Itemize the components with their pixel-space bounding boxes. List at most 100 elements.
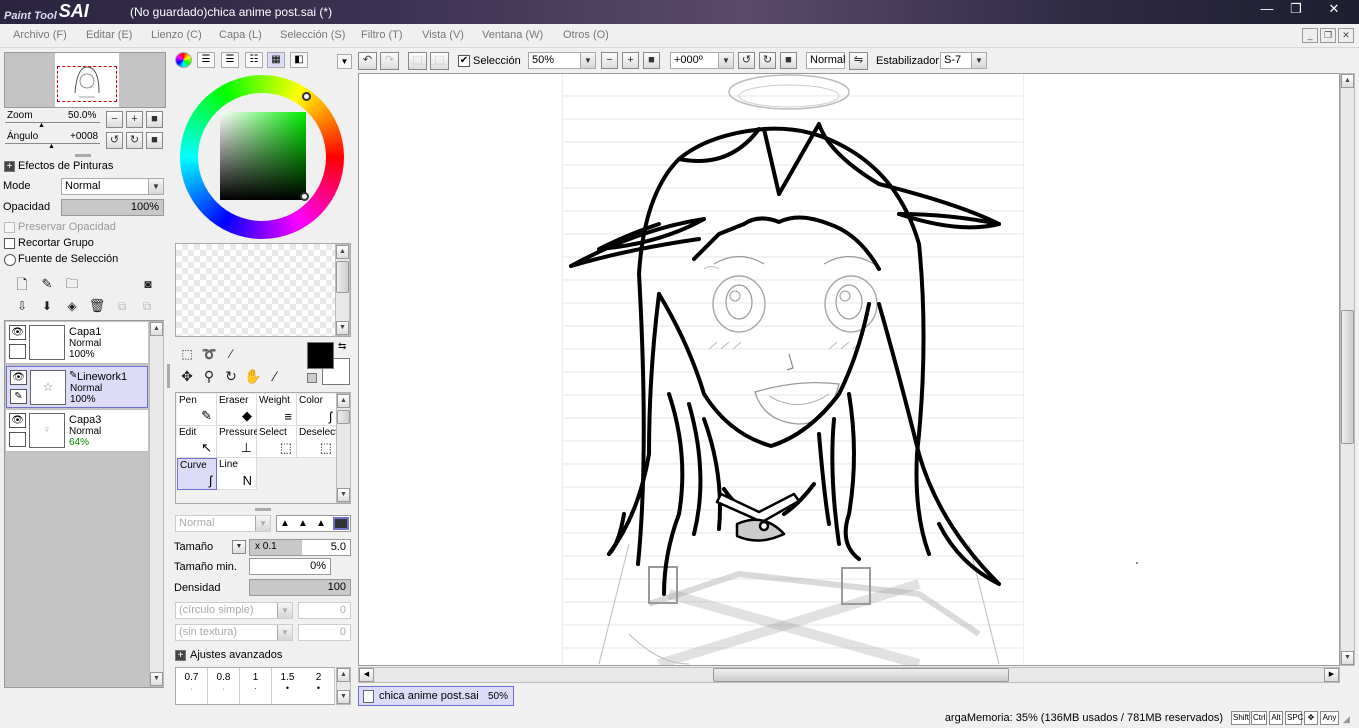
scroll-right-icon[interactable]: ▶: [1324, 668, 1339, 682]
panel-splitter[interactable]: [75, 154, 91, 157]
doc-minimize-button[interactable]: _: [1302, 28, 1318, 43]
zoom-tool-icon[interactable]: ⚲: [199, 366, 219, 386]
zoom-out-button[interactable]: −: [106, 111, 123, 128]
transparent-color-icon[interactable]: [307, 373, 317, 383]
new-folder-icon[interactable]: 🗀: [62, 274, 82, 294]
scroll-down-icon[interactable]: ▼: [1341, 651, 1354, 665]
hue-handle[interactable]: [302, 92, 311, 101]
color-wheel[interactable]: [180, 75, 344, 239]
sv-handle[interactable]: [300, 192, 309, 201]
brush-select[interactable]: Select ⬚: [257, 426, 297, 458]
zoom-slider-handle[interactable]: ▲: [38, 122, 45, 129]
canvas-zoom-in-button[interactable]: +: [622, 52, 639, 69]
brush-grid-scrollbar[interactable]: ▲ ▼: [336, 393, 351, 503]
flat-edge-icon[interactable]: ▲: [316, 518, 326, 529]
brush-eraser[interactable]: Eraser ◆: [217, 394, 257, 426]
canvas-angle-select[interactable]: +000º ▼: [670, 52, 734, 69]
preset-size-2[interactable]: 2 •: [303, 668, 335, 704]
scroll-up-icon[interactable]: ▲: [1341, 74, 1354, 88]
preset-size-0-8[interactable]: 0.8 ·: [208, 668, 240, 704]
zoom-reset-button[interactable]: ■: [146, 111, 163, 128]
zoom-in-button[interactable]: +: [126, 111, 143, 128]
brush-curve[interactable]: Curve ʃ: [177, 458, 217, 490]
preset-scrollbar[interactable]: ▲ ▼: [336, 667, 351, 705]
rotate-right-button[interactable]: ↻: [126, 132, 143, 149]
panel-splitter[interactable]: [167, 364, 170, 388]
brush-line[interactable]: Line N: [217, 458, 257, 490]
layer-mask-icon[interactable]: ◙: [138, 274, 158, 294]
panel-splitter[interactable]: [255, 508, 271, 511]
flip-canvas-button[interactable]: ⇋: [849, 52, 868, 70]
doc-restore-button[interactable]: ❐: [1320, 28, 1336, 43]
scroll-left-icon[interactable]: ◀: [359, 668, 374, 682]
close-button[interactable]: ✕: [1311, 0, 1357, 20]
lock-toggle[interactable]: [9, 432, 26, 447]
layer-item-linework1[interactable]: 👁 ✎ ☆ Linework1 ✎ Normal 100%: [6, 366, 148, 408]
scroll-down-icon[interactable]: ▼: [336, 321, 349, 335]
canvas-zoom-reset-button[interactable]: ■: [643, 52, 660, 69]
scroll-up-icon[interactable]: ▲: [337, 394, 350, 408]
navigator-view-rect[interactable]: [57, 66, 117, 102]
doc-close-button[interactable]: ✕: [1338, 28, 1354, 43]
clip-group-checkbox[interactable]: [4, 238, 15, 249]
menu-archivo[interactable]: Archivo (F): [13, 29, 67, 41]
preserve-opacity-checkbox[interactable]: [4, 222, 15, 233]
swap-colors-icon[interactable]: ⇆: [338, 341, 346, 352]
scroll-up-icon[interactable]: ▲: [150, 322, 163, 336]
panel-menu-icon[interactable]: ▼: [337, 54, 352, 69]
menu-ventana[interactable]: Ventana (W): [482, 29, 543, 41]
layer-list-scrollbar[interactable]: ▲ ▼: [149, 321, 164, 687]
eye-icon[interactable]: 👁: [10, 370, 27, 385]
restore-button[interactable]: ❐: [1282, 0, 1310, 20]
brush-pen[interactable]: Pen ✎: [177, 394, 217, 426]
scroll-up-icon[interactable]: ▲: [336, 245, 349, 259]
stabilizer-select[interactable]: S-7 ▼: [940, 52, 987, 69]
zoom-slider-track[interactable]: [5, 122, 100, 123]
rotate-left-button[interactable]: ↺: [106, 132, 123, 149]
brush-pressure[interactable]: Pressure ⊥: [217, 426, 259, 458]
density-slider[interactable]: 100: [249, 579, 351, 596]
transfer-down-icon[interactable]: ⇩: [12, 296, 32, 316]
scroll-down-icon[interactable]: ▼: [150, 672, 163, 686]
primary-color-swatch[interactable]: [307, 342, 334, 369]
lock-toggle[interactable]: [9, 344, 26, 359]
menu-otros[interactable]: Otros (O): [563, 29, 609, 41]
layer-mode-select[interactable]: Normal ▼: [61, 178, 164, 195]
preset-size-1[interactable]: 1 ·: [240, 668, 272, 704]
minimize-button[interactable]: —: [1253, 0, 1281, 20]
brush-weight[interactable]: Weight ≡: [257, 394, 297, 426]
rotate-tool-icon[interactable]: ↻: [221, 366, 241, 386]
navigator-preview[interactable]: [4, 52, 166, 108]
drawing-canvas[interactable]: [358, 73, 1340, 666]
mixer-tab-icon[interactable]: ☷: [245, 52, 263, 68]
undo-button[interactable]: ↶: [358, 52, 377, 70]
menu-capa[interactable]: Capa (L): [219, 29, 262, 41]
rect-select-icon[interactable]: ⬚: [177, 344, 197, 364]
eye-icon[interactable]: 👁: [9, 413, 26, 428]
layer-item-capa3[interactable]: 👁 ♀ Capa3 Normal 64%: [6, 410, 148, 452]
merge-down-icon[interactable]: ⬇: [37, 296, 57, 316]
swatch-scrollbar[interactable]: ▲ ▼: [335, 244, 350, 336]
min-size-slider[interactable]: 0%: [249, 558, 331, 575]
soft-edge-icon[interactable]: ▲: [298, 518, 308, 529]
selection-source-checkbox[interactable]: [4, 254, 16, 266]
canvas-rotate-reset-button[interactable]: ■: [780, 52, 797, 69]
canvas-horizontal-scrollbar[interactable]: ◀ ▶: [358, 667, 1340, 683]
brush-color[interactable]: Color ʃ: [297, 394, 337, 426]
rgb-slider-tab-icon[interactable]: ☰: [197, 52, 215, 68]
square-edge-icon[interactable]: [333, 517, 349, 530]
menu-lienzo[interactable]: Lienzo (C): [151, 29, 202, 41]
canvas-blend-select[interactable]: Normal: [806, 52, 845, 69]
opacity-slider[interactable]: 100%: [61, 199, 164, 216]
swatch-area[interactable]: [175, 243, 351, 337]
hand-icon[interactable]: ✋: [243, 366, 263, 386]
new-linework-layer-icon[interactable]: ✎: [37, 274, 57, 294]
preset-size-0-7[interactable]: 0.7 ·: [176, 668, 208, 704]
magic-wand-icon[interactable]: ⁄: [221, 344, 241, 364]
brush-edit[interactable]: Edit ↖: [177, 426, 217, 458]
angle-slider-handle[interactable]: ▲: [48, 143, 55, 150]
hard-edge-icon[interactable]: ▲: [280, 518, 290, 529]
scroll-thumb[interactable]: [713, 668, 1009, 682]
menu-filtro[interactable]: Filtro (T): [361, 29, 403, 41]
pen-icon[interactable]: ✎: [10, 389, 27, 404]
